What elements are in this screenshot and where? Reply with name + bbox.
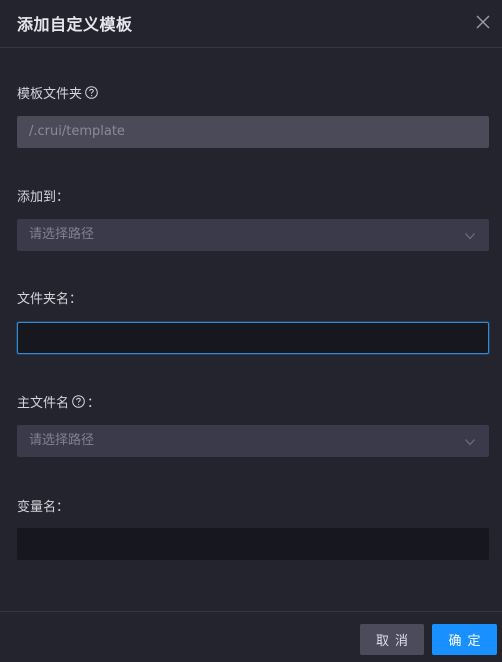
- template-folder-label: 模板文件夹: [17, 87, 83, 102]
- chevron-down-icon: [464, 436, 476, 448]
- add-custom-template-dialog: 添加自定义模板 模板文件夹 /.crui/template 添加到： 请选择路径: [0, 0, 502, 662]
- question-circle-icon[interactable]: [72, 395, 85, 408]
- folder-name-label: 文件夹名：: [17, 292, 83, 307]
- variable-name-input[interactable]: [17, 528, 489, 560]
- add-to-label: 添加到：: [17, 190, 70, 205]
- main-file-name-placeholder: 请选择路径: [29, 433, 95, 448]
- add-to-select[interactable]: 请选择路径: [17, 219, 489, 251]
- variable-name-label-row: 变量名：: [17, 496, 69, 515]
- template-folder-label-row: 模板文件夹: [17, 83, 98, 102]
- main-file-name-select[interactable]: 请选择路径: [17, 425, 489, 457]
- confirm-button[interactable]: 确定: [432, 624, 497, 655]
- main-file-name-label-suffix: ：: [87, 396, 101, 411]
- question-circle-icon[interactable]: [85, 86, 98, 99]
- add-to-placeholder: 请选择路径: [29, 227, 95, 242]
- add-to-label-row: 添加到：: [17, 186, 69, 205]
- main-file-name-label-row: 主文件名 ：: [17, 392, 100, 411]
- dialog-header: 添加自定义模板: [0, 0, 502, 48]
- chevron-down-icon: [464, 230, 476, 242]
- close-icon: [476, 15, 490, 29]
- dialog-title: 添加自定义模板: [17, 15, 133, 34]
- folder-name-input[interactable]: [17, 322, 489, 354]
- folder-name-label-row: 文件夹名：: [17, 288, 82, 307]
- cancel-button[interactable]: 取消: [360, 624, 424, 655]
- template-folder-field: /.crui/template: [17, 116, 489, 148]
- main-file-name-label: 主文件名: [17, 396, 70, 411]
- variable-name-label: 变量名：: [17, 500, 70, 515]
- close-button[interactable]: [474, 13, 492, 31]
- dialog-footer: 取消 确定: [0, 611, 502, 662]
